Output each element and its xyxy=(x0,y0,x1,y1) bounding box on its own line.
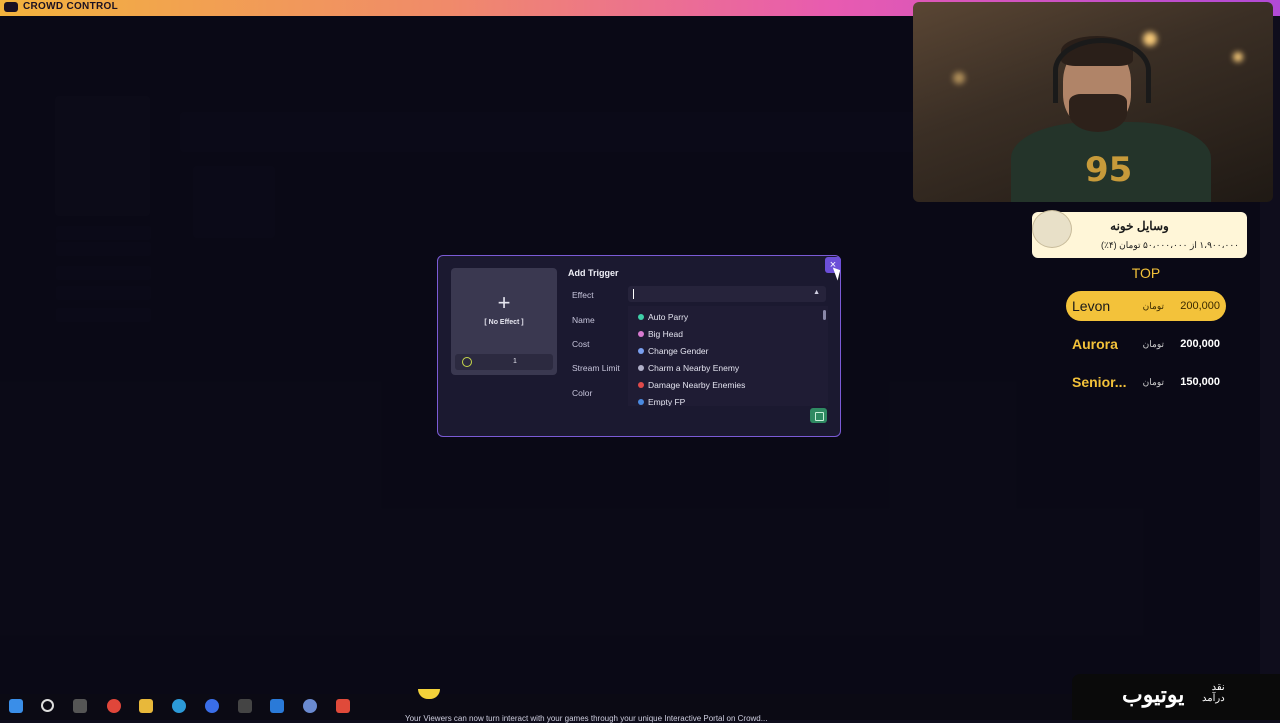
windows-start-icon[interactable] xyxy=(9,699,23,713)
news-ticker: Your Viewers can now turn interact with … xyxy=(405,714,768,723)
search-icon[interactable] xyxy=(41,699,54,712)
obs-icon[interactable] xyxy=(303,699,317,713)
leaderboard-entry: Levon تومان 200,000 xyxy=(1066,291,1226,321)
crowd-control-logo-icon xyxy=(4,1,18,12)
goal-progress: ۱،۹۰۰،۰۰۰ از ۵۰،۰۰۰،۰۰۰ تومان (۴٪) xyxy=(1100,240,1239,250)
dropdown-option-change-gender[interactable]: Change Gender xyxy=(638,346,709,356)
donation-amount: 200,000 xyxy=(1180,300,1220,312)
chevron-up-icon[interactable]: ▲ xyxy=(813,289,820,296)
dropdown-option-charm-enemy[interactable]: Charm a Nearby Enemy xyxy=(638,363,739,373)
effect-label: Effect xyxy=(572,290,594,300)
gender-icon xyxy=(638,348,644,354)
option-label: Charm a Nearby Enemy xyxy=(648,363,740,373)
preview-count: 1 xyxy=(513,358,517,365)
leaderboard-entry: Aurora تومان 200,000 xyxy=(1066,329,1226,359)
app-icon[interactable] xyxy=(205,699,219,713)
task-view-icon[interactable] xyxy=(73,699,87,713)
option-label: Auto Parry xyxy=(648,312,689,322)
dropdown-option-auto-parry[interactable]: Auto Parry xyxy=(638,312,688,322)
brand: CROWD CONTROL xyxy=(4,1,118,12)
dropdown-scrollbar[interactable] xyxy=(823,310,826,320)
app-icon[interactable] xyxy=(270,699,284,713)
damage-icon xyxy=(638,382,644,388)
text-caret xyxy=(633,289,634,299)
effect-preview-card[interactable]: + [ No Effect ] 1 xyxy=(451,268,557,375)
modal-title: Add Trigger xyxy=(568,268,619,278)
donation-amount: 150,000 xyxy=(1180,376,1220,388)
name-label: Name xyxy=(572,315,595,325)
youtube-label: یوتیوب xyxy=(1122,682,1185,707)
cost-label: Cost xyxy=(572,339,590,349)
option-label: Change Gender xyxy=(648,346,709,356)
plus-icon: + xyxy=(497,290,511,315)
dropdown-option-damage-enemies[interactable]: Damage Nearby Enemies xyxy=(638,380,745,390)
save-icon xyxy=(815,412,824,421)
no-effect-label: [ No Effect ] xyxy=(484,319,524,326)
income-line-1: نقد xyxy=(1211,682,1225,693)
leaderboard-title: TOP xyxy=(1131,265,1161,281)
currency-unit: تومان xyxy=(1142,339,1164,349)
app-icon[interactable] xyxy=(336,699,350,713)
dropdown-option-big-head[interactable]: Big Head xyxy=(638,329,683,339)
dropdown-option-empty-fp[interactable]: Empty FP xyxy=(638,397,685,406)
donation-goal-widget: وسایل خونه ۱،۹۰۰،۰۰۰ از ۵۰،۰۰۰،۰۰۰ تومان… xyxy=(1032,210,1247,258)
effect-dropdown-list[interactable]: Auto Parry Big Head Change Gender Charm … xyxy=(628,306,828,406)
color-label: Color xyxy=(572,388,593,398)
donor-name: Senior... xyxy=(1072,374,1127,390)
webcam-feed: 95 xyxy=(913,2,1273,202)
charm-icon xyxy=(638,365,644,371)
leaderboard-entry: Senior... تومان 150,000 xyxy=(1066,367,1226,397)
option-label: Big Head xyxy=(648,329,683,339)
parry-icon xyxy=(638,314,644,320)
brand-label: CROWD CONTROL xyxy=(23,1,118,12)
save-button[interactable] xyxy=(810,408,827,423)
preview-footer: 1 xyxy=(455,354,553,370)
clock-icon xyxy=(462,357,472,367)
head-icon xyxy=(638,331,644,337)
fp-icon xyxy=(638,399,644,405)
option-label: Damage Nearby Enemies xyxy=(648,380,746,390)
file-explorer-icon[interactable] xyxy=(139,699,153,713)
donor-name: Aurora xyxy=(1072,336,1118,352)
income-label: نقد درآمد xyxy=(1202,682,1225,704)
donation-amount: 200,000 xyxy=(1180,338,1220,350)
currency-unit: تومان xyxy=(1142,377,1164,387)
edge-icon[interactable] xyxy=(172,699,186,713)
stream-limit-label: Stream Limit xyxy=(572,363,620,373)
effect-select-input[interactable]: ▲ xyxy=(628,286,826,302)
donor-name: Levon xyxy=(1072,298,1111,314)
activity-icon[interactable] xyxy=(238,699,252,713)
currency-unit: تومان xyxy=(1142,301,1164,311)
option-label: Empty FP xyxy=(648,397,686,406)
goal-title: وسایل خونه xyxy=(1110,219,1169,233)
income-line-2: درآمد xyxy=(1202,693,1225,704)
chrome-icon[interactable] xyxy=(107,699,121,713)
